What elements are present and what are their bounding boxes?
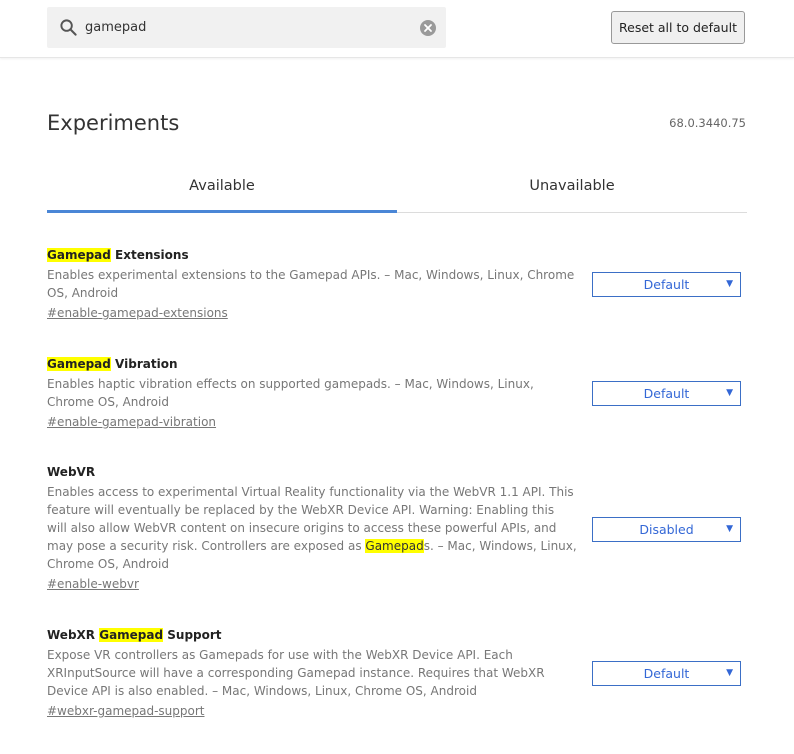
experiment-title: Gamepad Extensions: [47, 246, 747, 264]
clear-search-icon[interactable]: [419, 19, 437, 37]
experiment-link[interactable]: #enable-webvr: [47, 575, 139, 593]
experiment-link[interactable]: #webxr-gamepad-support: [47, 702, 205, 720]
tab-bar: Available Unavailable: [47, 170, 747, 213]
experiment-title-rest: WebXR: [47, 628, 100, 642]
select-value: Default: [643, 666, 690, 681]
select-value: Default: [643, 277, 690, 292]
experiment-title-rest: Vibration: [110, 357, 178, 371]
experiment-state-select[interactable]: Disabled ▼: [592, 517, 741, 542]
experiment-link[interactable]: #enable-gamepad-vibration: [47, 413, 216, 431]
search-highlight: Gamepad: [47, 248, 111, 262]
experiment-webvr: WebVR Enables access to experimental Vir…: [47, 463, 747, 593]
reset-all-button[interactable]: Reset all to default: [611, 11, 745, 44]
chevron-down-icon: ▼: [726, 524, 733, 534]
experiment-gamepad-extensions: Gamepad Extensions Enables experimental …: [47, 246, 747, 322]
search-highlight: Gamepad: [47, 357, 111, 371]
experiment-title: WebXR Gamepad Support: [47, 626, 747, 644]
experiment-description: Enables experimental extensions to the G…: [47, 268, 575, 300]
experiment-title: WebVR: [47, 465, 96, 479]
experiment-link[interactable]: #enable-gamepad-extensions: [47, 304, 228, 322]
experiment-description: Enables access to experimental Virtual R…: [47, 483, 577, 573]
experiment-webxr-gamepad-support: WebXR Gamepad Support Expose VR controll…: [47, 626, 747, 720]
search-box[interactable]: [47, 7, 446, 48]
experiment-state-select[interactable]: Default ▼: [592, 272, 741, 297]
search-input[interactable]: [85, 7, 405, 48]
experiment-title-rest: Support: [163, 628, 222, 642]
tab-unavailable[interactable]: Unavailable: [397, 170, 747, 210]
version-label: 68.0.3440.75: [669, 116, 746, 130]
search-highlight: Gamepad: [365, 539, 424, 553]
experiment-title: Gamepad Vibration: [47, 355, 747, 373]
select-value: Disabled: [639, 522, 694, 537]
header-bar: Reset all to default: [0, 0, 794, 58]
chevron-down-icon: ▼: [726, 668, 733, 678]
search-highlight: Gamepad: [99, 628, 164, 642]
page-title: Experiments: [47, 111, 180, 135]
experiment-description: Enables haptic vibration effects on supp…: [47, 377, 534, 409]
select-value: Default: [643, 386, 690, 401]
experiment-state-select[interactable]: Default ▼: [592, 661, 741, 686]
chevron-down-icon: ▼: [726, 279, 733, 289]
experiment-description: Expose VR controllers as Gamepads for us…: [47, 648, 545, 698]
tab-available[interactable]: Available: [47, 170, 397, 213]
search-icon: [60, 19, 77, 36]
experiment-state-select[interactable]: Default ▼: [592, 381, 741, 406]
chevron-down-icon: ▼: [726, 388, 733, 398]
experiment-gamepad-vibration: Gamepad Vibration Enables haptic vibrati…: [47, 355, 747, 431]
experiment-title-rest: Extensions: [110, 248, 189, 262]
